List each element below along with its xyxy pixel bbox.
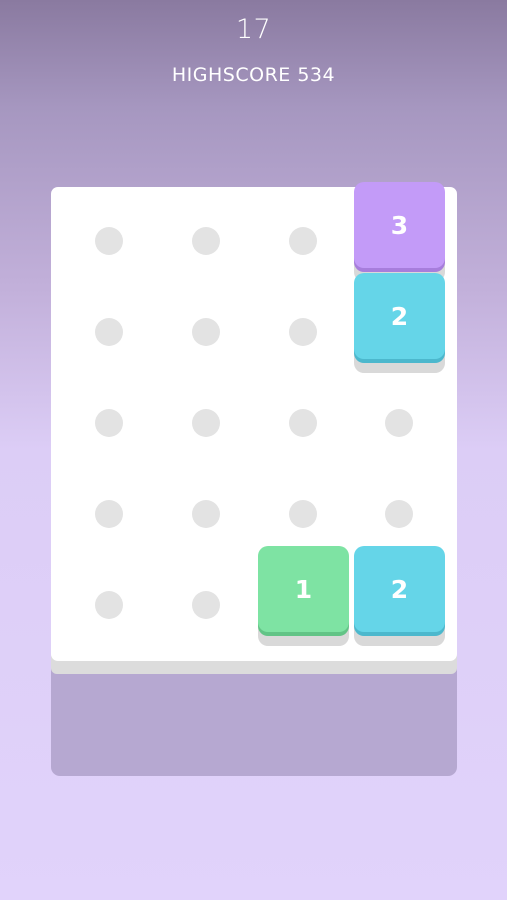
empty-cell-dot: [95, 500, 123, 528]
empty-cell-dot: [192, 409, 220, 437]
empty-cell-dot: [289, 409, 317, 437]
highscore-label: HIGHSCORE 534: [171, 64, 336, 86]
number-tile[interactable]: 3: [354, 182, 445, 282]
empty-cell-dot: [289, 318, 317, 346]
number-tile[interactable]: 2: [354, 546, 445, 646]
empty-cell-dot: [95, 591, 123, 619]
tile-value: 2: [354, 546, 445, 632]
empty-cell-dot: [385, 409, 413, 437]
empty-cell-dot: [192, 318, 220, 346]
empty-cell-dot: [192, 500, 220, 528]
tile-value: 1: [258, 546, 349, 632]
current-score: 17: [235, 14, 272, 45]
game-board[interactable]: 3212: [51, 182, 457, 661]
empty-cell-dot: [385, 500, 413, 528]
number-tile[interactable]: 2: [354, 273, 445, 373]
empty-cell-dot: [192, 227, 220, 255]
empty-cell-dot: [289, 500, 317, 528]
number-tile[interactable]: 1: [258, 546, 349, 646]
empty-cell-dot: [95, 227, 123, 255]
empty-cell-dot: [95, 318, 123, 346]
empty-cell-dot: [192, 591, 220, 619]
tile-value: 2: [354, 273, 445, 359]
tile-value: 3: [354, 182, 445, 268]
empty-cell-dot: [289, 227, 317, 255]
empty-cell-dot: [95, 409, 123, 437]
